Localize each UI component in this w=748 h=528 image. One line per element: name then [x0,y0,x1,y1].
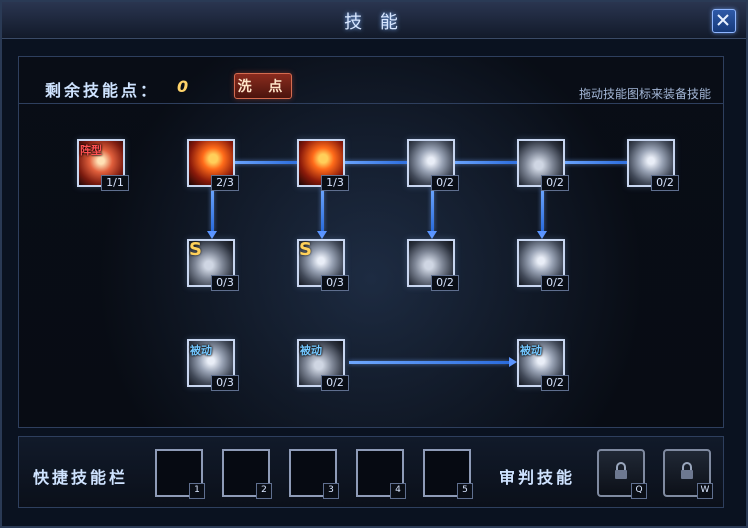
remaining-skill-points-value: 0 [177,77,189,96]
skill-level: 1/1 [101,175,129,191]
hotkey-label: 2 [256,483,272,499]
skill-level: 0/3 [211,375,239,391]
tree-connector [449,161,519,164]
skill-node[interactable]: S 0/3 [187,239,239,291]
quick-skill-bar-label: 快捷技能栏 [33,468,129,487]
skill-node[interactable]: 1/3 [297,139,349,191]
hotkey-label: 4 [390,483,406,499]
close-button[interactable] [712,9,736,33]
window-title: 技 能 [344,12,404,33]
hotkey-label: 3 [323,483,339,499]
tree-connector [559,161,629,164]
passive-tag: 被动 [300,344,322,357]
skill-level: 0/2 [541,175,569,191]
tree-connector [431,187,434,231]
tree-connector [541,187,544,231]
close-icon [717,14,729,26]
quick-skill-bar: 快捷技能栏 1 2 3 4 5 审判技能 Q W [18,436,724,508]
remaining-skill-points-label: 剩余技能点： [45,81,160,100]
skill-tag: 阵型 [80,144,102,157]
skill-node[interactable]: 0/2 [517,239,569,291]
arrowhead-down-icon [537,231,547,239]
quick-slot[interactable]: 5 [423,449,473,499]
tree-connector [349,361,509,364]
skill-node[interactable]: 被动 0/2 [517,339,569,391]
reset-skill-points-button[interactable]: 洗 点 [234,73,292,99]
title-bar: 技 能 [2,2,746,39]
quick-slot[interactable]: 1 [155,449,205,499]
skill-node[interactable]: 被动 0/3 [187,339,239,391]
quick-slot[interactable]: 4 [356,449,406,499]
drag-hint: 拖动技能图标来装备技能 [578,87,711,101]
judgement-slot[interactable]: W [663,449,713,499]
hotkey-label: 5 [457,483,473,499]
skill-node[interactable]: S 0/3 [297,239,349,291]
tree-connector [229,161,299,164]
special-skill-marker: S [299,239,312,260]
skill-level: 0/2 [431,275,459,291]
hotkey-label: W [697,483,713,499]
tree-connector [211,187,214,231]
skill-level: 1/3 [321,175,349,191]
passive-tag: 被动 [190,344,212,357]
passive-tag: 被动 [520,344,542,357]
skill-node[interactable]: 0/2 [407,139,459,191]
judgement-skill-label: 审判技能 [499,468,576,487]
skill-level: 0/2 [651,175,679,191]
judgement-slot[interactable]: Q [597,449,647,499]
hotkey-label: 1 [189,483,205,499]
arrowhead-down-icon [427,231,437,239]
skill-tree-panel: 剩余技能点： 0 洗 点 拖动技能图标来装备技能 阵型 1/1 2/3 1/3 … [18,56,724,428]
skill-node[interactable]: 0/2 [627,139,679,191]
hotkey-label: Q [631,483,647,499]
tree-connector [339,161,409,164]
skill-level: 0/2 [431,175,459,191]
quick-slot[interactable]: 3 [289,449,339,499]
skill-node[interactable]: 2/3 [187,139,239,191]
skill-level: 0/2 [541,375,569,391]
special-skill-marker: S [189,239,202,260]
lock-icon [615,462,627,479]
skills-window: 技 能 剩余技能点： 0 洗 点 拖动技能图标来装备技能 阵型 1/1 2/3 … [0,0,748,528]
skill-level: 0/2 [541,275,569,291]
skill-node[interactable]: 阵型 1/1 [77,139,129,191]
quick-slot[interactable]: 2 [222,449,272,499]
arrowhead-right-icon [509,357,517,367]
arrowhead-down-icon [207,231,217,239]
arrowhead-down-icon [317,231,327,239]
skill-level: 0/2 [321,375,349,391]
skill-node[interactable]: 被动 0/2 [297,339,349,391]
skill-node[interactable]: 0/2 [517,139,569,191]
lock-icon [681,462,693,479]
skill-points-header: 剩余技能点： 0 洗 点 拖动技能图标来装备技能 [19,57,723,104]
skill-level: 0/3 [211,275,239,291]
skill-level: 2/3 [211,175,239,191]
skill-level: 0/3 [321,275,349,291]
tree-connector [321,187,324,231]
skill-node[interactable]: 0/2 [407,239,459,291]
